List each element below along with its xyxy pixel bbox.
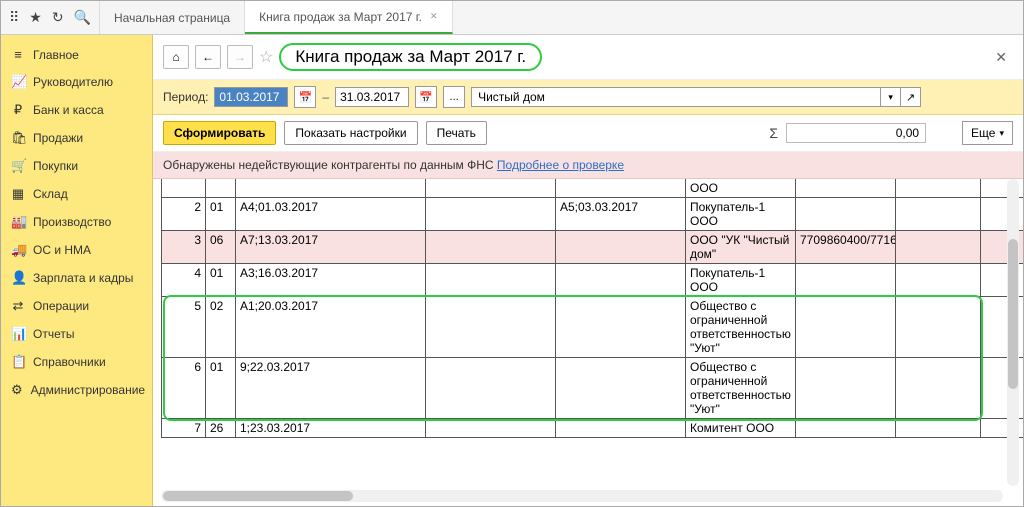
date-from-input[interactable] (214, 87, 288, 107)
table-row[interactable]: 502А1;20.03.2017Общество с ограниченной … (162, 297, 1024, 358)
period-label: Период: (163, 90, 208, 104)
boxes-icon: ▦ (11, 186, 25, 202)
print-button[interactable]: Печать (426, 121, 487, 145)
menu-icon: ≡ (11, 47, 25, 62)
bag-icon: 🛍 (11, 130, 25, 146)
sidebar-item-hr[interactable]: 👤Зарплата и кадры (1, 264, 152, 292)
warning-text: Обнаружены недействующие контрагенты по … (163, 158, 497, 172)
table-row[interactable]: 306А7;13.03.2017ООО "УК "Чистый дом"7709… (162, 231, 1024, 264)
period-bar: Период: 📅 – 📅 ... ▾ ↗ (153, 80, 1023, 115)
sidebar: ≡Главное 📈Руководителю ₽Банк и касса 🛍Пр… (1, 35, 153, 506)
tab-sales-book[interactable]: Книга продаж за Март 2017 г.✕ (245, 1, 452, 34)
calendar-from-button[interactable]: 📅 (294, 86, 316, 108)
sidebar-item-catalogs[interactable]: 📋Справочники (1, 348, 152, 376)
table-row[interactable]: 6019;22.03.2017Общество с ограниченной о… (162, 358, 1024, 419)
sidebar-item-production[interactable]: 🏭Производство (1, 208, 152, 236)
sidebar-item-operations[interactable]: ⇄Операции (1, 292, 152, 320)
period-picker-button[interactable]: ... (443, 86, 465, 108)
page-title: Книга продаж за Март 2017 г. (279, 43, 542, 71)
table-row[interactable]: 7261;23.03.2017Комитент ООО (162, 419, 1024, 438)
apps-icon[interactable]: ⠿ (9, 9, 19, 26)
favorite-icon[interactable]: ☆ (259, 47, 273, 67)
sidebar-item-bank[interactable]: ₽Банк и касса (1, 96, 152, 124)
horizontal-thumb[interactable] (163, 491, 353, 501)
date-to-input[interactable] (335, 87, 409, 107)
list-icon: 📋 (11, 354, 25, 370)
sidebar-item-sales[interactable]: 🛍Продажи (1, 124, 152, 152)
cart-icon: 🛒 (11, 158, 25, 174)
sidebar-item-warehouse[interactable]: ▦Склад (1, 180, 152, 208)
history-icon[interactable]: ↻ (52, 9, 64, 26)
org-combo: ▾ ↗ (471, 87, 921, 107)
top-icon-group: ⠿ ★ ↻ 🔍 (1, 1, 100, 34)
back-button[interactable]: ← (195, 45, 221, 69)
sidebar-item-reports[interactable]: 📊Отчеты (1, 320, 152, 348)
top-bar: ⠿ ★ ↻ 🔍 Начальная страница Книга продаж … (1, 1, 1023, 35)
gear-icon: ⚙ (11, 382, 23, 398)
factory-icon: 🏭 (11, 214, 25, 230)
generate-button[interactable]: Сформировать (163, 121, 276, 145)
sum-value: 0,00 (786, 123, 926, 143)
ruble-icon: ₽ (11, 102, 25, 118)
chart-icon: 📈 (11, 74, 25, 90)
sigma-icon: Σ (769, 125, 778, 141)
vertical-scrollbar[interactable] (1007, 179, 1019, 486)
star-icon[interactable]: ★ (29, 9, 42, 26)
header-row: ⌂ ← → ☆ Книга продаж за Март 2017 г. ✕ (153, 35, 1023, 80)
report-icon: 📊 (11, 326, 25, 342)
show-settings-button[interactable]: Показать настройки (284, 121, 417, 145)
table-row[interactable]: 201А4;01.03.2017А5;03.03.2017Покупатель-… (162, 198, 1024, 231)
open-ref-button[interactable]: ↗ (901, 87, 921, 107)
table-row[interactable]: 401А3;16.03.2017Покупатель-1 ООО (162, 264, 1024, 297)
truck-icon: 🚚 (11, 242, 25, 258)
warning-link[interactable]: Подробнее о проверке (497, 158, 624, 172)
dash: – (322, 90, 329, 104)
close-icon[interactable]: ✕ (430, 11, 438, 22)
org-input[interactable] (471, 87, 881, 107)
chevron-down-icon: ▾ (999, 128, 1004, 139)
sidebar-item-purchases[interactable]: 🛒Покупки (1, 152, 152, 180)
transfer-icon: ⇄ (11, 298, 25, 314)
sidebar-item-assets[interactable]: 🚚ОС и НМА (1, 236, 152, 264)
vertical-thumb[interactable] (1008, 239, 1018, 389)
home-button[interactable]: ⌂ (163, 45, 189, 69)
table-row[interactable]: ООО (162, 179, 1024, 198)
toolbar: Сформировать Показать настройки Печать Σ… (153, 115, 1023, 152)
warning-bar: Обнаружены недействующие контрагенты по … (153, 152, 1023, 179)
tab-home[interactable]: Начальная страница (100, 1, 245, 34)
sidebar-item-admin[interactable]: ⚙Администрирование (1, 376, 152, 404)
close-button[interactable]: ✕ (989, 49, 1013, 66)
sidebar-item-manager[interactable]: 📈Руководителю (1, 68, 152, 96)
sales-table[interactable]: ООО201А4;01.03.2017А5;03.03.2017Покупате… (161, 179, 1023, 438)
search-icon[interactable]: 🔍 (74, 9, 91, 26)
person-icon: 👤 (11, 270, 25, 286)
chevron-down-icon[interactable]: ▾ (881, 87, 901, 107)
table-area: ООО201А4;01.03.2017А5;03.03.2017Покупате… (153, 179, 1023, 506)
sidebar-item-main[interactable]: ≡Главное (1, 41, 152, 68)
calendar-to-button[interactable]: 📅 (415, 86, 437, 108)
content: ⌂ ← → ☆ Книга продаж за Март 2017 г. ✕ П… (153, 35, 1023, 506)
horizontal-scrollbar[interactable] (161, 490, 1003, 502)
forward-button: → (227, 45, 253, 69)
more-button[interactable]: Еще▾ (962, 121, 1013, 145)
